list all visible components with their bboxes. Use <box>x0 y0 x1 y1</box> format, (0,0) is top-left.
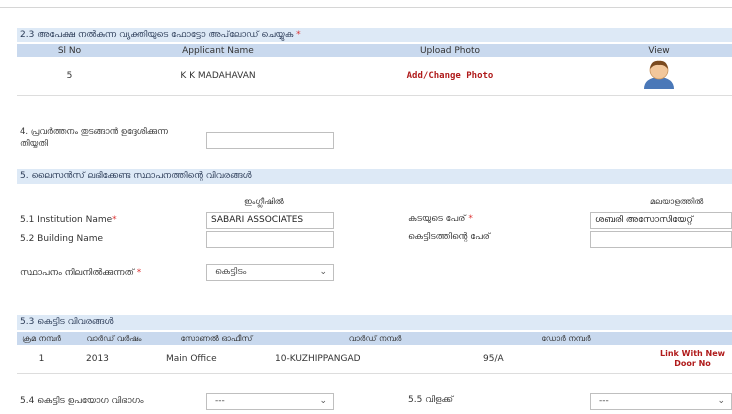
cell-applicant-name: K K MADAHAVAN <box>122 57 314 96</box>
cell-sl-no: 5 <box>17 57 122 96</box>
required-mark: * <box>468 214 473 224</box>
user-avatar-icon[interactable] <box>642 59 676 90</box>
building-name-ml-input[interactable] <box>590 231 732 248</box>
cell-ward-no: 10-KUZHIPPANGAD <box>271 345 479 374</box>
shop-name-ml-label-text: കടയുടെ പേര് <box>408 214 466 224</box>
col-sl-no: Sl No <box>57 45 82 56</box>
lamp-label: 5.5 വിളക്ക് <box>408 395 454 405</box>
building-usage-label: 5.4 കെട്ടിട ഉപയോഗ വിഭാഗം <box>20 396 144 406</box>
section-photo-upload-header: 2.3 അപേക്ഷ നൽകുന്ന വ്യക്തിയുടെ ഫോട്ടോ അപ… <box>17 28 732 42</box>
col-ward-no: വാർഡ് നമ്പർ <box>348 333 402 343</box>
table-row: 5 K K MADAHAVAN Add/Change Photo <box>17 57 732 96</box>
building-name-label: 5.2 Building Name <box>20 234 104 244</box>
start-date-label: 4. പ്രവർത്തനം തുടങ്ങാൻ ഉദ്ദേശിക്കുന്ന തി… <box>20 126 168 150</box>
applicant-photo-table: Sl No Applicant Name Upload Photo View 5… <box>17 44 732 96</box>
col-view: View <box>648 45 670 56</box>
link-new-door-no-line1: Link With New <box>659 348 726 358</box>
col-door-no: ഡോർ നമ്പർ <box>541 333 591 343</box>
col-zonal-office: സോണൽ ഓഫീസ് <box>180 333 253 343</box>
link-new-door-no-button[interactable]: Link With New Door No <box>654 349 731 369</box>
lamp-select[interactable]: --- ⌄ <box>590 393 732 410</box>
table-row: 1 2013 Main Office 10-KUZHIPPANGAD 95/A … <box>17 345 732 374</box>
lamp-select-value: --- <box>599 396 609 406</box>
section-photo-upload-title: 2.3 അപേക്ഷ നൽകുന്ന വ്യക്തിയുടെ ഫോട്ടോ അപ… <box>20 30 294 40</box>
link-new-door-no-line2: Door No <box>674 358 711 368</box>
top-divider <box>0 7 732 8</box>
section-building-details-header: 5.3 കെട്ടിട വിവരങ്ങൾ <box>17 315 732 330</box>
start-date-label-line2: തിയ്യതി <box>20 139 48 149</box>
cell-ward-year: 2013 <box>66 345 162 374</box>
building-usage-select-value: --- <box>215 396 225 406</box>
start-date-label-line1: 4. പ്രവർത്തനം തുടങ്ങാൻ ഉദ്ദേശിക്കുന്ന <box>20 127 168 137</box>
ownership-label-text: സ്ഥാപനം നിലനിൽക്കുന്നത് <box>20 268 134 278</box>
shop-name-ml-label: കടയുടെ പേര് * <box>408 214 473 224</box>
cell-door-no: 95/A <box>479 345 653 374</box>
chevron-down-icon: ⌄ <box>319 267 327 277</box>
institution-name-input[interactable]: SABARI ASSOCIATES <box>206 212 334 229</box>
ownership-select[interactable]: കെട്ടിടം ⌄ <box>206 264 334 281</box>
malayalam-column-label: മലയാളത്തിൽ <box>650 197 704 206</box>
ownership-label: സ്ഥാപനം നിലനിൽക്കുന്നത് * <box>20 268 141 278</box>
institution-name-label-text: 5.1 Institution Name <box>20 215 113 225</box>
required-mark: * <box>112 215 117 225</box>
add-change-photo-link[interactable]: Add/Change Photo <box>407 71 494 81</box>
required-mark: * <box>296 30 301 40</box>
shop-name-ml-input[interactable]: ശബരി അസോസിയേറ്റ് <box>590 212 732 229</box>
building-name-input[interactable] <box>206 231 334 248</box>
required-mark: * <box>136 268 142 278</box>
col-ward-year: വാർഡ് വർഷം <box>86 333 142 343</box>
institution-name-label: 5.1 Institution Name* <box>20 215 117 225</box>
cell-zonal-office: Main Office <box>162 345 271 374</box>
col-sl: ക്രമ നമ്പർ <box>22 333 61 343</box>
col-applicant-name: Applicant Name <box>182 45 254 56</box>
start-date-input[interactable] <box>206 132 334 149</box>
building-usage-select[interactable]: --- ⌄ <box>206 393 334 410</box>
col-action <box>653 332 732 345</box>
building-details-table: ക്രമ നമ്പർ വാർഡ് വർഷം സോണൽ ഓഫീസ് വാർഡ് ന… <box>17 332 732 374</box>
chevron-down-icon: ⌄ <box>319 396 327 406</box>
section-licence-details-header: 5. ലൈസൻസ് ലഭിക്കേണ്ട സ്ഥാപനത്തിന്റെ വിവര… <box>17 169 732 184</box>
section-licence-details-title: 5. ലൈസൻസ് ലഭിക്കേണ്ട സ്ഥാപനത്തിന്റെ വിവര… <box>20 171 252 181</box>
col-upload-photo: Upload Photo <box>419 45 481 56</box>
chevron-down-icon: ⌄ <box>717 396 725 406</box>
english-column-label: ഇംഗ്ലീഷിൽ <box>244 197 284 206</box>
building-name-ml-label: കെട്ടിടത്തിന്റെ പേര് <box>408 232 490 242</box>
cell-sl: 1 <box>17 345 66 374</box>
ownership-select-value: കെട്ടിടം <box>215 267 247 277</box>
section-building-details-title: 5.3 കെട്ടിട വിവരങ്ങൾ <box>20 317 114 327</box>
